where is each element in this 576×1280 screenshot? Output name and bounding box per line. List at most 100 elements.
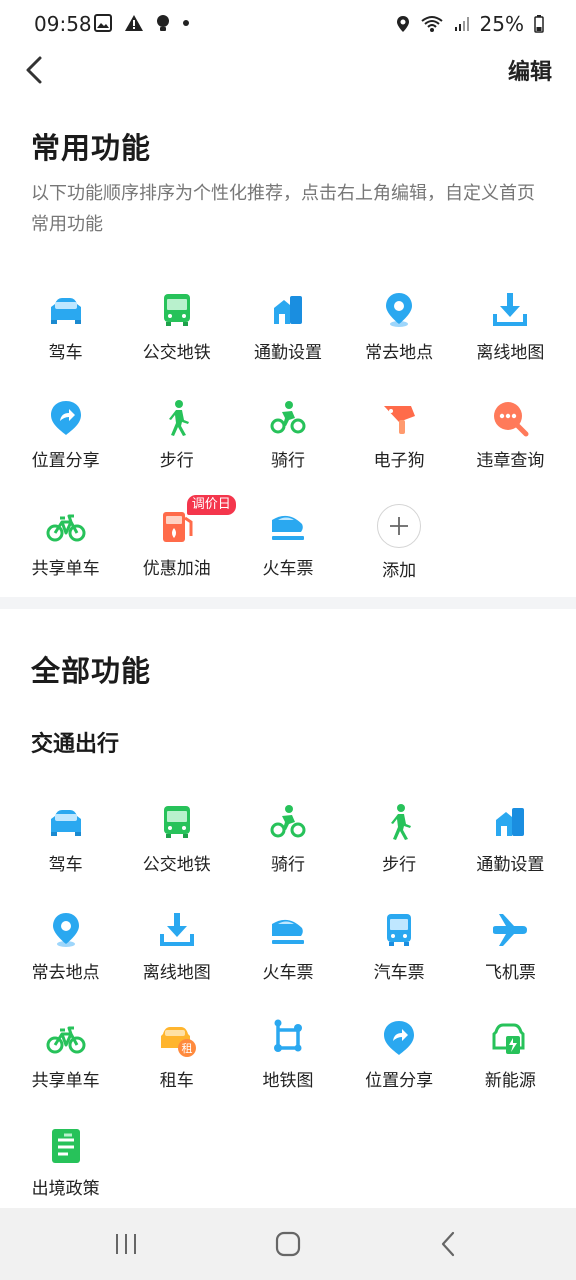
top-bar: 编辑 bbox=[0, 48, 576, 92]
back-button[interactable] bbox=[20, 52, 52, 88]
subway-map-icon bbox=[268, 1018, 308, 1058]
walk-icon bbox=[379, 802, 419, 842]
rent-car-icon: 租 bbox=[157, 1018, 197, 1058]
common-function-item-label: 步行 bbox=[159, 451, 194, 471]
all-function-item-label: 公交地铁 bbox=[142, 855, 211, 875]
common-function-item-label: 通勤设置 bbox=[253, 343, 322, 363]
common-function-item-label: 火车票 bbox=[262, 559, 314, 579]
download-icon bbox=[157, 910, 197, 950]
plane-icon bbox=[490, 910, 530, 950]
all-function-item[interactable]: 位置分享 bbox=[344, 1008, 455, 1116]
train-icon bbox=[268, 910, 308, 950]
all-function-item-label: 出境政策 bbox=[31, 1179, 100, 1199]
wifi-icon bbox=[420, 16, 443, 32]
svg-text:租: 租 bbox=[181, 1042, 192, 1055]
common-function-item[interactable]: 违章查询 bbox=[455, 388, 566, 496]
common-grid: 驾车 公交地铁 通勤设置 常去地点 离线地图位置分享 步行 骑行 电子狗 违章查询共享单车 调价日… bbox=[10, 280, 566, 604]
all-function-item[interactable]: 常去地点 bbox=[10, 900, 121, 1008]
all-function-item[interactable]: 驾车 bbox=[10, 792, 121, 900]
common-function-item[interactable]: 常去地点 bbox=[344, 280, 455, 388]
battery-icon bbox=[534, 15, 544, 33]
bus-icon bbox=[157, 290, 197, 330]
all-function-item-label: 共享单车 bbox=[31, 1071, 100, 1091]
common-function-item[interactable]: 通勤设置 bbox=[232, 280, 343, 388]
common-function-item[interactable]: 骑行 bbox=[232, 388, 343, 496]
common-function-item-label: 常去地点 bbox=[365, 343, 434, 363]
all-function-item[interactable]: 租租车 bbox=[121, 1008, 232, 1116]
exit-policy-icon bbox=[46, 1126, 86, 1166]
common-function-item-label: 驾车 bbox=[48, 343, 83, 363]
plus-icon[interactable] bbox=[377, 504, 422, 548]
bulb-icon bbox=[157, 15, 169, 31]
common-function-item[interactable]: 调价日 优惠加油 bbox=[121, 495, 236, 604]
all-function-item[interactable]: 地铁图 bbox=[232, 1008, 343, 1116]
all-function-item[interactable]: 步行 bbox=[344, 792, 455, 900]
all-function-item[interactable]: 火车票 bbox=[232, 900, 343, 1008]
ev-charger-icon bbox=[490, 1018, 530, 1058]
speed-camera-icon bbox=[379, 398, 419, 438]
home-icon bbox=[275, 1231, 301, 1257]
common-function-item[interactable]: 共享单车 bbox=[10, 496, 121, 604]
home-button[interactable] bbox=[268, 1226, 308, 1262]
all-function-item[interactable]: 汽车票 bbox=[344, 900, 455, 1008]
common-function-item[interactable]: 公交地铁 bbox=[121, 280, 232, 388]
back-icon bbox=[441, 1231, 455, 1257]
chevron-left-icon bbox=[26, 56, 42, 84]
bike-ride-icon bbox=[268, 398, 308, 438]
common-function-item[interactable]: 电子狗 bbox=[344, 388, 455, 496]
common-section-title: 常用功能 bbox=[31, 131, 152, 165]
all-function-item[interactable]: 通勤设置 bbox=[455, 792, 566, 900]
signal-icon bbox=[454, 17, 469, 31]
gallery-icon bbox=[94, 14, 112, 32]
recents-button[interactable] bbox=[106, 1226, 146, 1262]
all-function-item-label: 通勤设置 bbox=[476, 855, 545, 875]
commute-icon bbox=[490, 802, 530, 842]
all-function-item-label: 驾车 bbox=[48, 855, 83, 875]
common-function-item-label: 共享单车 bbox=[31, 559, 100, 579]
common-function-item[interactable]: 离线地图 bbox=[455, 280, 566, 388]
common-function-item-label: 添加 bbox=[382, 561, 417, 581]
train-icon bbox=[268, 506, 308, 546]
all-function-item-label: 常去地点 bbox=[31, 963, 100, 983]
all-function-item[interactable]: 离线地图 bbox=[121, 900, 232, 1008]
common-function-item[interactable]: 位置分享 bbox=[10, 388, 121, 496]
car-icon bbox=[46, 802, 86, 842]
status-time: 09:58 bbox=[34, 12, 92, 36]
common-function-item[interactable]: 火车票 bbox=[232, 496, 343, 604]
all-function-item-label: 汽车票 bbox=[373, 963, 425, 983]
all-function-item[interactable]: 骑行 bbox=[232, 792, 343, 900]
bicycle-icon bbox=[46, 1018, 86, 1058]
common-function-item-label: 位置分享 bbox=[31, 451, 100, 471]
common-function-item[interactable]: 添加 bbox=[344, 496, 455, 604]
edit-button[interactable]: 编辑 bbox=[508, 54, 552, 86]
location-pin-icon bbox=[379, 290, 419, 330]
all-function-item-label: 地铁图 bbox=[262, 1071, 314, 1091]
price-change-badge: 调价日 bbox=[186, 495, 236, 515]
all-function-item[interactable]: 新能源 bbox=[455, 1008, 566, 1116]
all-function-item-label: 骑行 bbox=[270, 855, 305, 875]
bus-icon bbox=[157, 802, 197, 842]
walk-icon bbox=[157, 398, 197, 438]
commute-icon bbox=[268, 290, 308, 330]
category-title: 交通出行 bbox=[31, 732, 120, 757]
bike-ride-icon bbox=[268, 802, 308, 842]
all-function-item[interactable]: 共享单车 bbox=[10, 1008, 121, 1116]
all-function-item-label: 步行 bbox=[382, 855, 417, 875]
all-function-item-label: 位置分享 bbox=[365, 1071, 434, 1091]
all-function-item-label: 离线地图 bbox=[142, 963, 211, 983]
all-function-item[interactable]: 飞机票 bbox=[455, 900, 566, 1008]
section-divider bbox=[0, 597, 576, 609]
share-location-icon bbox=[46, 398, 86, 438]
download-icon bbox=[490, 290, 530, 330]
all-function-item-label: 火车票 bbox=[262, 963, 314, 983]
warning-icon bbox=[125, 15, 143, 31]
nav-back-button[interactable] bbox=[428, 1226, 468, 1262]
status-bar: 09:58 25% bbox=[0, 0, 576, 48]
bicycle-icon bbox=[46, 506, 86, 546]
recents-icon bbox=[116, 1234, 136, 1254]
all-function-item[interactable]: 公交地铁 bbox=[121, 792, 232, 900]
location-pin-icon bbox=[46, 910, 86, 950]
common-function-item[interactable]: 驾车 bbox=[10, 280, 121, 388]
common-function-item[interactable]: 步行 bbox=[121, 388, 232, 496]
dot-icon bbox=[183, 20, 189, 26]
